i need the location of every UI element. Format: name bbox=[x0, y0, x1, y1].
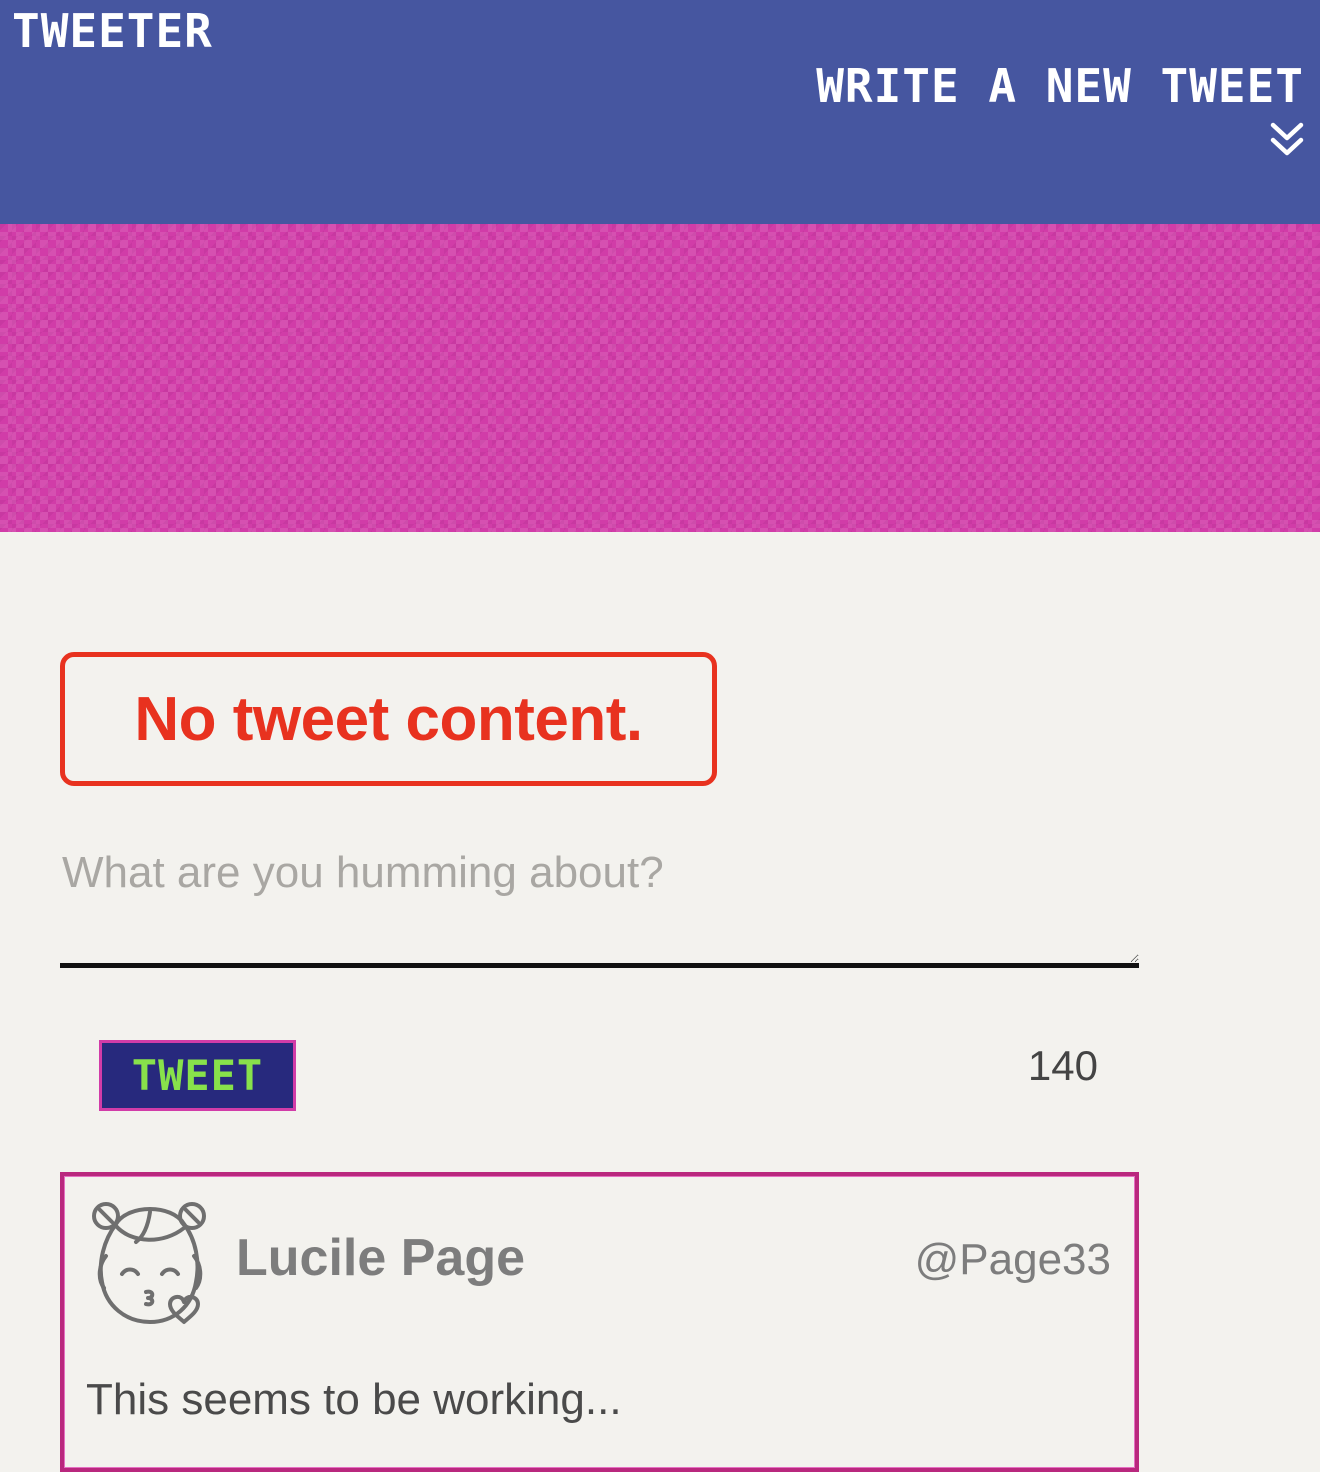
tweet-content: This seems to be working... bbox=[86, 1375, 622, 1424]
double-chevron-down-icon[interactable] bbox=[1270, 122, 1304, 158]
write-new-tweet-label[interactable]: Write a new tweet bbox=[816, 60, 1304, 112]
pattern-banner bbox=[0, 224, 1320, 532]
tweet-card: Lucile Page @Page33 This seems to be wor… bbox=[60, 1172, 1139, 1472]
write-new-tweet-toggle[interactable]: Write a new tweet bbox=[816, 60, 1304, 163]
brand-logo[interactable]: Tweeter bbox=[12, 6, 213, 56]
kissing-girl-avatar-icon bbox=[92, 1202, 206, 1324]
tweet-text-input[interactable] bbox=[60, 832, 1139, 968]
tweet-author-handle: @Page33 bbox=[914, 1235, 1111, 1284]
character-counter: 140 bbox=[1027, 1042, 1098, 1089]
compose-form bbox=[60, 832, 1139, 968]
error-message: No tweet content. bbox=[60, 652, 717, 786]
tweet-author-name: Lucile Page bbox=[236, 1229, 525, 1287]
tweet-submit-button[interactable]: Tweet bbox=[99, 1040, 296, 1111]
main-container: No tweet content. Tweet 140 bbox=[0, 532, 1320, 1472]
top-nav: Tweeter Write a new tweet bbox=[0, 0, 1320, 224]
error-message-text: No tweet content. bbox=[134, 684, 643, 754]
